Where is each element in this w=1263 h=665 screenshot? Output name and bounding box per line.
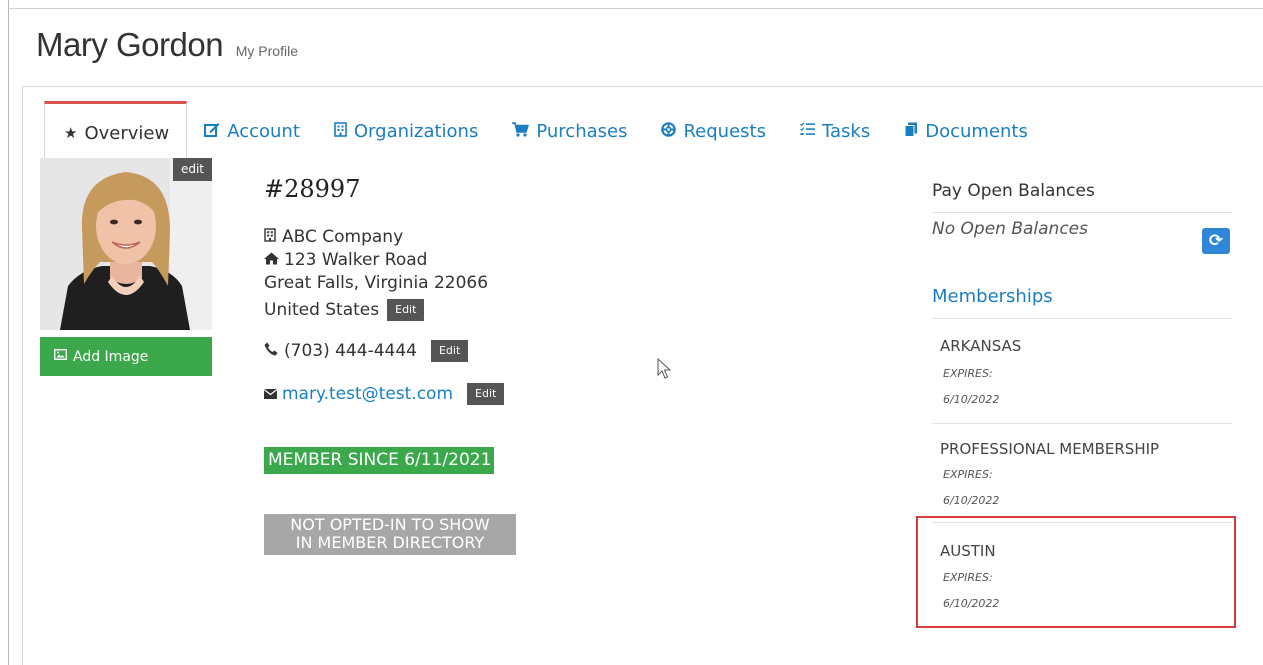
- directory-status-badge: NOT OPTED-IN TO SHOW IN MEMBER DIRECTORY: [264, 514, 516, 555]
- highlight-box: [916, 516, 1236, 628]
- memberships-title[interactable]: Memberships: [932, 286, 1053, 307]
- membership-name: ARKANSAS: [940, 337, 1022, 355]
- edit-phone-button[interactable]: Edit: [430, 340, 469, 362]
- documents-icon: [904, 122, 918, 141]
- membership-name: PROFESSIONAL MEMBERSHIP: [940, 440, 1160, 458]
- tasks-icon: [800, 122, 815, 140]
- pay-open-balances-title: Pay Open Balances: [932, 181, 1095, 201]
- edit-address-button[interactable]: Edit: [387, 299, 425, 321]
- open-balances-status: No Open Balances: [932, 219, 1088, 239]
- window-top-edge: [8, 8, 1263, 9]
- tab-overview[interactable]: ★ Overview: [44, 101, 188, 162]
- directory-status-line1: NOT OPTED-IN TO SHOW: [290, 515, 490, 534]
- city-line: Great Falls, Virginia 22066: [264, 273, 489, 293]
- profile-photo: edit: [40, 158, 212, 330]
- tab-label: Organizations: [353, 120, 479, 142]
- star-icon: ★: [64, 124, 78, 142]
- envelope-icon: [263, 383, 282, 406]
- building-icon: [264, 226, 282, 249]
- profile-photo-image: [40, 158, 212, 330]
- tab-label: Requests: [683, 120, 766, 142]
- tab-purchases[interactable]: Purchases: [495, 101, 644, 161]
- refresh-icon: ⟳: [1208, 231, 1224, 251]
- photo-edit-button[interactable]: edit: [172, 158, 212, 181]
- email-line: mary.test@test.com Edit: [263, 383, 505, 406]
- phone-number: (703) 444-4444: [284, 341, 417, 361]
- page-title: Mary Gordon My Profile: [36, 26, 298, 64]
- company-line: ABC Company: [264, 226, 403, 249]
- refresh-button[interactable]: ⟳: [1202, 228, 1230, 254]
- directory-status-line2: IN MEMBER DIRECTORY: [295, 533, 485, 552]
- image-icon: [53, 348, 68, 364]
- divider: [932, 212, 1232, 213]
- membership-expires-date: 6/10/2022: [943, 393, 1000, 406]
- divider: [932, 318, 1232, 319]
- tab-label: Tasks: [821, 120, 871, 142]
- tab-label: Purchases: [536, 120, 628, 142]
- tab-organizations[interactable]: Organizations: [317, 101, 495, 161]
- profile-tabs: ★ Overview Account Organizations Purchas…: [44, 101, 1045, 163]
- member-id: #28997: [264, 175, 361, 203]
- phone-line: (703) 444-4444 Edit: [264, 340, 469, 363]
- home-icon: [264, 249, 284, 272]
- member-since-badge: MEMBER SINCE 6/11/2021: [264, 447, 495, 474]
- tab-label: Overview: [84, 122, 170, 144]
- email-link[interactable]: mary.test@test.com: [282, 384, 453, 404]
- tab-account[interactable]: Account: [187, 101, 317, 161]
- street-line: 123 Walker Road: [264, 249, 427, 272]
- country-line: United States Edit: [264, 299, 425, 322]
- edit-email-button[interactable]: Edit: [467, 383, 505, 405]
- cart-icon: [512, 121, 530, 141]
- tab-requests[interactable]: Requests: [644, 101, 783, 161]
- building-icon: [334, 121, 347, 141]
- membership-expires-date: 6/10/2022: [943, 494, 1000, 507]
- mouse-cursor-icon: [657, 357, 672, 384]
- membership-expires-label: EXPIRES:: [943, 468, 993, 481]
- divider: [932, 423, 1232, 424]
- country: United States: [264, 300, 380, 320]
- profile-name: Mary Gordon: [36, 26, 224, 63]
- street-address: 123 Walker Road: [284, 250, 428, 270]
- company-name: ABC Company: [282, 227, 404, 247]
- tab-tasks[interactable]: Tasks: [783, 101, 887, 161]
- edit-icon: [204, 122, 220, 141]
- page-subtitle: My Profile: [235, 43, 298, 59]
- tab-label: Account: [227, 120, 300, 142]
- tab-label: Documents: [925, 120, 1028, 142]
- window-left-edge: [8, 0, 9, 665]
- add-image-button[interactable]: Add Image: [40, 337, 212, 376]
- add-image-label: Add Image: [73, 348, 149, 365]
- phone-icon: [264, 340, 284, 363]
- tab-documents[interactable]: Documents: [887, 101, 1045, 161]
- lifebuoy-icon: [661, 121, 677, 141]
- membership-expires-label: EXPIRES:: [943, 367, 993, 380]
